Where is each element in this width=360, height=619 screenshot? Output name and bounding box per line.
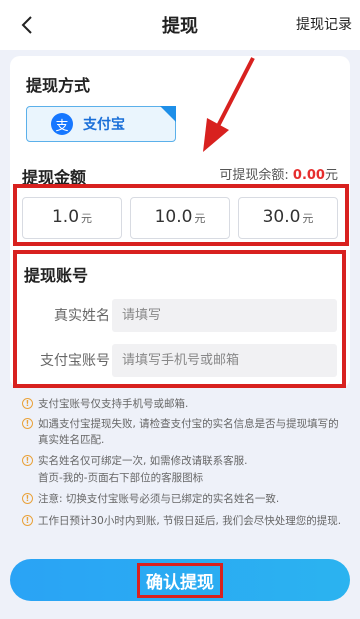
- confirm-withdraw-button[interactable]: 确认提现: [10, 559, 350, 601]
- note-item: ! 实名姓名仅可绑定一次, 如需修改请联系客服.: [22, 453, 343, 469]
- note-item: ! 工作日预计30小时内到账, 节假日延后, 我们会尽快处理您的提现.: [22, 513, 343, 529]
- info-icon: !: [22, 515, 33, 526]
- info-icon: !: [22, 418, 33, 429]
- note-item: ! 如遇支付宝提现失败, 请检查支付宝的实名信息是否与提现填写的真实姓名匹配.: [22, 416, 343, 448]
- info-icon: !: [22, 493, 33, 504]
- info-icon: !: [22, 455, 33, 466]
- confirm-withdraw-label: 确认提现: [137, 562, 223, 598]
- info-icon: !: [22, 398, 33, 409]
- note-item-continuation: 首页-我的-页面右下部位的客服图标: [38, 472, 204, 484]
- note-item: ! 注意: 切换支付宝账号必须与已绑定的实名姓名一致.: [22, 491, 343, 507]
- note-item: ! 支付宝账号仅支持手机号或邮箱.: [22, 396, 343, 412]
